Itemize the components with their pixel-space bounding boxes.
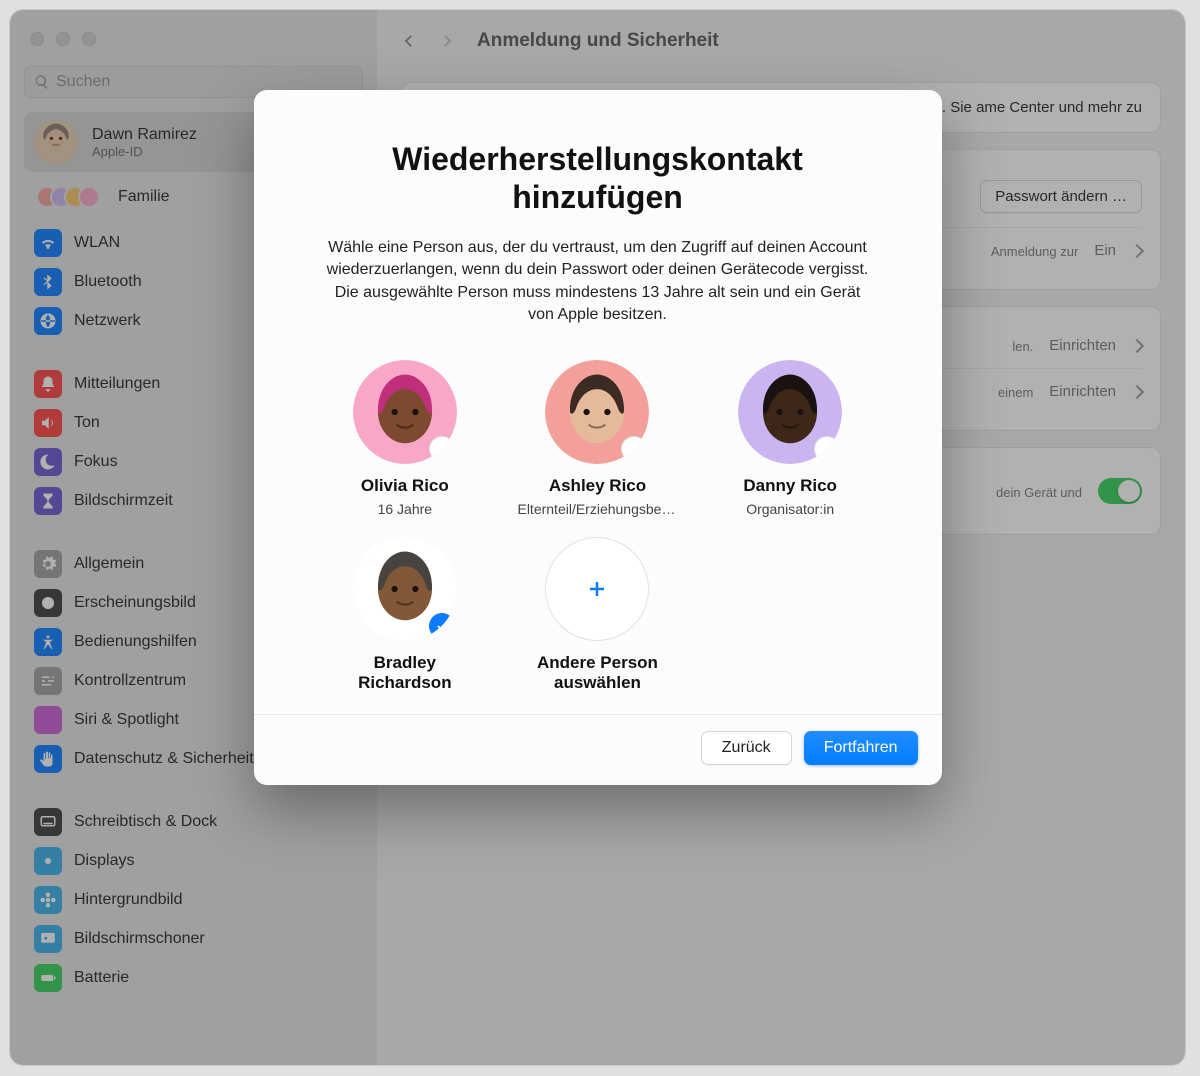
contact-avatar xyxy=(353,360,457,464)
checkmark-icon xyxy=(429,613,455,639)
contact-name: Bradley Richardson xyxy=(325,653,485,694)
contact-name: Ashley Rico xyxy=(549,476,646,496)
contact-grid: Olivia Rico 16 Jahre Ashley Rico Elterntei… xyxy=(314,360,882,693)
contact-name: Danny Rico xyxy=(743,476,837,496)
contact-role: 16 Jahre xyxy=(325,501,485,517)
contact-avatar xyxy=(353,537,457,641)
select-indicator xyxy=(814,436,840,462)
modal-description: Wähle eine Person aus, der du vertraust,… xyxy=(314,237,882,327)
continue-button[interactable]: Fortfahren xyxy=(804,731,918,765)
contact-role: Elternteil/Erziehungsberechtigte xyxy=(517,501,677,517)
contact-option[interactable]: Bradley Richardson xyxy=(325,537,485,694)
modal-title: Wiederherstellungskontakt hinzufügen xyxy=(314,140,882,217)
recovery-contact-modal: Wiederherstellungskontakt hinzufügen Wäh… xyxy=(254,90,942,785)
select-indicator xyxy=(621,436,647,462)
modal-overlay: Wiederherstellungskontakt hinzufügen Wäh… xyxy=(10,10,1185,1065)
contact-add-other[interactable]: Andere Person auswählen xyxy=(517,537,677,694)
contact-role: Organisator:in xyxy=(710,501,870,517)
contact-avatar xyxy=(738,360,842,464)
contact-name: Olivia Rico xyxy=(361,476,449,496)
contact-option[interactable]: Ashley Rico Elternteil/Erziehungsberechti… xyxy=(517,360,677,516)
contact-option[interactable]: Danny Rico Organisator:in xyxy=(710,360,870,516)
contact-avatar xyxy=(545,360,649,464)
back-button[interactable]: Zurück xyxy=(701,731,792,765)
select-indicator xyxy=(429,436,455,462)
plus-icon xyxy=(545,537,649,641)
contact-name: Andere Person auswählen xyxy=(517,653,677,694)
settings-window: Suchen Dawn Ramirez Apple-ID Familie WLA… xyxy=(10,10,1185,1065)
contact-option[interactable]: Olivia Rico 16 Jahre xyxy=(325,360,485,516)
